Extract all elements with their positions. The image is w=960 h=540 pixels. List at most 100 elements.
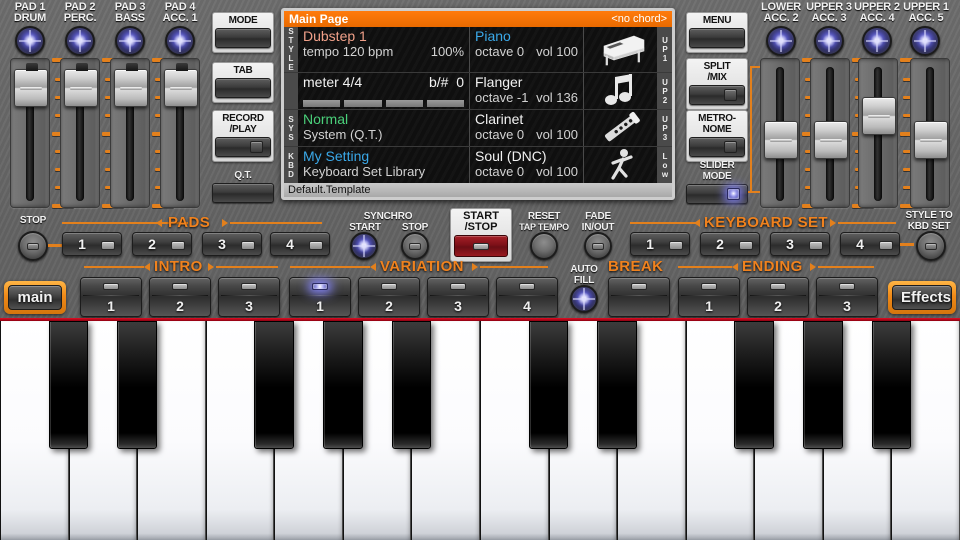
slider-handle[interactable] bbox=[164, 69, 198, 107]
pad-button-1[interactable]: 1 bbox=[62, 232, 122, 256]
upper1-acc5-led-knob-icon[interactable] bbox=[910, 26, 940, 56]
lcd-upper1-cell[interactable]: Piano octave 0 vol 100 bbox=[470, 27, 584, 72]
slider-pad-2[interactable] bbox=[60, 58, 100, 208]
synchro-stop-knob[interactable] bbox=[401, 232, 429, 260]
slider-mode-button[interactable]: SLIDER MODE bbox=[686, 160, 748, 204]
qt-button-pad[interactable] bbox=[212, 183, 274, 203]
black-key[interactable] bbox=[529, 321, 569, 449]
black-key[interactable] bbox=[734, 321, 774, 449]
variation-button-1[interactable]: 1 bbox=[289, 277, 351, 317]
synchro-start-knob[interactable] bbox=[350, 232, 378, 260]
lcd-display[interactable]: Main Page <no chord> ST YLE Dubstep 1 te… bbox=[281, 8, 675, 200]
split-mix-pad[interactable] bbox=[689, 85, 745, 105]
pad-1-led-knob-icon[interactable] bbox=[15, 26, 45, 56]
ending-button-2[interactable]: 2 bbox=[747, 277, 809, 317]
fade-in-out-knob[interactable] bbox=[584, 232, 612, 260]
slider-upper2-acc4[interactable] bbox=[858, 58, 898, 208]
slider-track[interactable] bbox=[160, 58, 200, 208]
lcd-keyboard-set-cell[interactable]: My Setting Keyboard Set Library bbox=[298, 147, 470, 183]
tab-button-pad[interactable] bbox=[215, 78, 271, 98]
lcd-meter-cell[interactable]: meter 4/4 b/# 0 bbox=[298, 73, 470, 109]
metronome-pad[interactable] bbox=[689, 137, 745, 157]
slider-track[interactable] bbox=[110, 58, 150, 208]
slider-pad-1[interactable] bbox=[10, 58, 50, 208]
slider-track[interactable] bbox=[10, 58, 50, 208]
intro-button-3[interactable]: 3 bbox=[218, 277, 280, 317]
slider-handle[interactable] bbox=[764, 121, 798, 159]
slider-track[interactable] bbox=[760, 58, 800, 208]
black-key[interactable] bbox=[872, 321, 912, 449]
keyboard-set-button-4[interactable]: 4 bbox=[840, 232, 900, 256]
black-key[interactable] bbox=[803, 321, 843, 449]
start-stop-pad[interactable] bbox=[454, 235, 508, 257]
slider-handle[interactable] bbox=[114, 69, 148, 107]
black-key[interactable] bbox=[323, 321, 363, 449]
black-key[interactable] bbox=[49, 321, 89, 449]
auto-fill-knob[interactable] bbox=[570, 285, 598, 313]
lcd-upper3-cell[interactable]: Clarinet octave 0 vol 100 bbox=[470, 110, 584, 146]
keyboard-set-button-1[interactable]: 1 bbox=[630, 232, 690, 256]
upper2-acc4-led-knob-icon[interactable] bbox=[862, 26, 892, 56]
effects-button[interactable]: Effects bbox=[888, 281, 956, 314]
intro-button-1[interactable]: 1 bbox=[80, 277, 142, 317]
menu-button[interactable]: MENU bbox=[686, 12, 748, 53]
lcd-screen[interactable]: Main Page <no chord> ST YLE Dubstep 1 te… bbox=[284, 11, 672, 197]
slider-handle[interactable] bbox=[914, 121, 948, 159]
slider-pad-4[interactable] bbox=[160, 58, 200, 208]
variation-button-3[interactable]: 3 bbox=[427, 277, 489, 317]
lower-acc2-led-knob-icon[interactable] bbox=[766, 26, 796, 56]
keyboard-set-button-2[interactable]: 2 bbox=[700, 232, 760, 256]
slider-handle[interactable] bbox=[814, 121, 848, 159]
slider-track[interactable] bbox=[858, 58, 898, 208]
slider-handle[interactable] bbox=[862, 97, 896, 135]
black-key[interactable] bbox=[392, 321, 432, 449]
menu-button-pad[interactable] bbox=[689, 28, 745, 48]
mode-button[interactable]: MODE bbox=[212, 12, 274, 53]
variation-arrow-right bbox=[472, 263, 478, 271]
record-play-button[interactable]: RECORD /PLAY bbox=[212, 110, 274, 162]
slider-handle[interactable] bbox=[14, 69, 48, 107]
lcd-lower-cell[interactable]: Soul (DNC) octave 0 vol 100 bbox=[470, 147, 584, 183]
record-play-pad[interactable] bbox=[215, 137, 271, 157]
upper3-acc3-led-knob-icon[interactable] bbox=[814, 26, 844, 56]
lcd-upper2-cell[interactable]: Flanger octave -1 vol 136 bbox=[470, 73, 584, 109]
qt-button[interactable]: Q.T. bbox=[212, 170, 274, 203]
slider-upper1-acc5[interactable] bbox=[910, 58, 950, 208]
slider-track[interactable] bbox=[910, 58, 950, 208]
style-to-kbd-set-knob[interactable] bbox=[916, 231, 946, 261]
slider-mode-pad[interactable] bbox=[686, 184, 748, 204]
piano-keyboard[interactable] bbox=[0, 318, 960, 540]
intro-button-2[interactable]: 2 bbox=[149, 277, 211, 317]
stop-knob[interactable] bbox=[18, 231, 48, 261]
slider-handle[interactable] bbox=[64, 69, 98, 107]
slider-lower-acc2[interactable] bbox=[760, 58, 800, 208]
variation-button-2[interactable]: 2 bbox=[358, 277, 420, 317]
pad-button-2[interactable]: 2 bbox=[132, 232, 192, 256]
ending-button-1[interactable]: 1 bbox=[678, 277, 740, 317]
main-page-button[interactable]: main bbox=[4, 281, 66, 314]
tab-button[interactable]: TAB bbox=[212, 62, 274, 103]
variation-button-4[interactable]: 4 bbox=[496, 277, 558, 317]
pad-button-3[interactable]: 3 bbox=[202, 232, 262, 256]
pad-2-led-knob-icon[interactable] bbox=[65, 26, 95, 56]
mode-button-pad[interactable] bbox=[215, 28, 271, 48]
pad-button-4[interactable]: 4 bbox=[270, 232, 330, 256]
black-key[interactable] bbox=[254, 321, 294, 449]
lcd-style-cell[interactable]: Dubstep 1 tempo 120 bpm 100% bbox=[298, 27, 470, 72]
black-key[interactable] bbox=[117, 321, 157, 449]
lcd-system-cell[interactable]: Normal System (Q.T.) bbox=[298, 110, 470, 146]
slider-track[interactable] bbox=[810, 58, 850, 208]
black-key[interactable] bbox=[597, 321, 637, 449]
pad-4-led-knob-icon[interactable] bbox=[165, 26, 195, 56]
break-button[interactable] bbox=[608, 277, 670, 317]
split-mix-button[interactable]: SPLIT /MIX bbox=[686, 58, 748, 110]
keyboard-set-button-3[interactable]: 3 bbox=[770, 232, 830, 256]
pad-3-led-knob-icon[interactable] bbox=[115, 26, 145, 56]
start-stop-button[interactable]: START /STOP bbox=[450, 208, 512, 262]
reset-tap-tempo-knob[interactable] bbox=[530, 232, 558, 260]
slider-track[interactable] bbox=[60, 58, 100, 208]
metronome-button[interactable]: METRO- NOME bbox=[686, 110, 748, 162]
slider-pad-3[interactable] bbox=[110, 58, 150, 208]
slider-upper3-acc3[interactable] bbox=[810, 58, 850, 208]
ending-button-3[interactable]: 3 bbox=[816, 277, 878, 317]
